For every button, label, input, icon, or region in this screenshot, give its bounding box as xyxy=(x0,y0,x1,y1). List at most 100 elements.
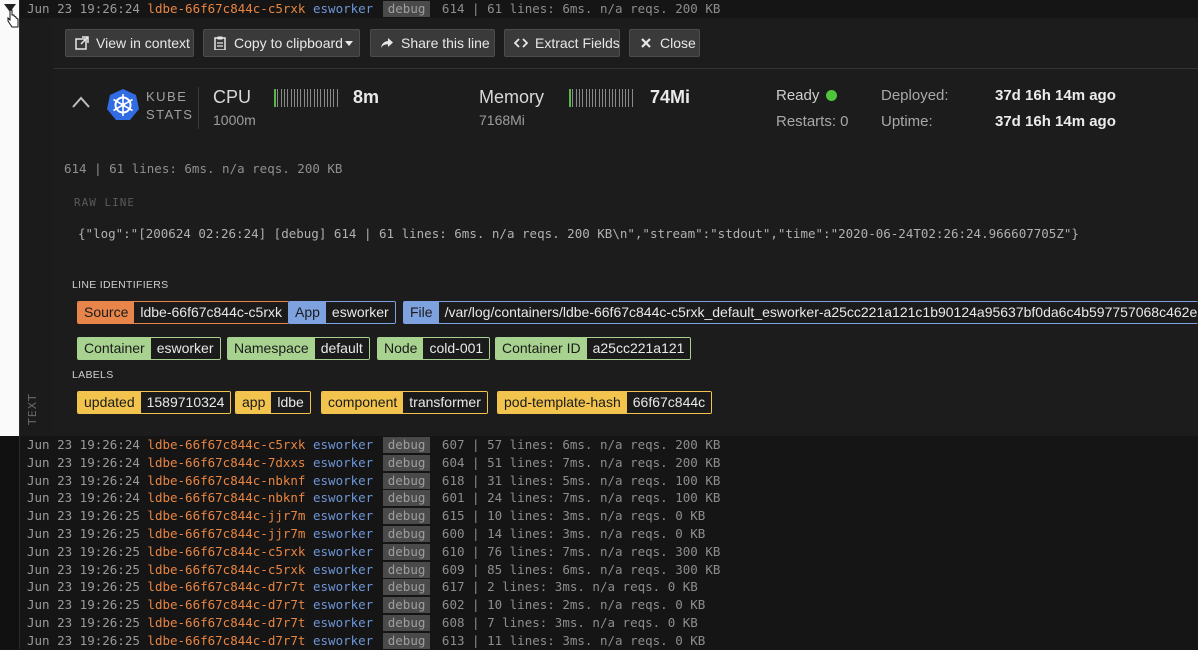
log-line[interactable]: Jun 23 19:26:24 ldbe-66f67c844c-c5rxk es… xyxy=(27,436,720,454)
log-pod[interactable]: ldbe-66f67c844c-nbknf xyxy=(147,490,305,505)
log-line[interactable]: Jun 23 19:26:25 ldbe-66f67c844c-c5rxk es… xyxy=(27,561,720,579)
memory-value: 74Mi xyxy=(650,87,691,107)
meter-tick xyxy=(287,89,289,107)
meter-tick xyxy=(326,89,328,107)
log-app[interactable]: esworker xyxy=(313,1,373,16)
identifier-file-tag[interactable]: File/var/log/containers/ldbe-66f67c844c-… xyxy=(403,301,1198,324)
log-level-badge: debug xyxy=(382,1,431,17)
share-line-button[interactable]: Share this line xyxy=(370,29,495,57)
log-line[interactable]: Jun 23 19:26:25 ldbe-66f67c844c-c5rxk es… xyxy=(27,543,720,561)
log-pod[interactable]: ldbe-66f67c844c-7dxxs xyxy=(147,455,305,470)
log-pod[interactable]: ldbe-66f67c844c-c5rxk xyxy=(147,437,305,452)
identifier-app-tag[interactable]: App esworker xyxy=(288,301,396,324)
log-line[interactable]: Jun 23 19:26:24 ldbe-66f67c844c-7dxxs es… xyxy=(27,454,720,472)
selected-log-line[interactable]: Jun 23 19:26:24 ldbe-66f67c844c-c5rxk es… xyxy=(27,0,720,18)
meter-tick xyxy=(621,89,623,107)
meter-tick xyxy=(313,89,315,107)
close-icon xyxy=(641,38,651,48)
clipboard-icon xyxy=(214,36,226,50)
log-app[interactable]: esworker xyxy=(313,615,373,630)
log-line[interactable]: Jun 23 19:26:25 ldbe-66f67c844c-d7r7t es… xyxy=(27,578,698,596)
log-app[interactable]: esworker xyxy=(313,437,373,452)
log-pod[interactable]: ldbe-66f67c844c-jjr7m xyxy=(147,508,305,523)
meter-tick xyxy=(595,89,597,107)
log-level-badge: debug xyxy=(382,579,431,596)
label-app-tag[interactable]: app ldbe xyxy=(235,391,311,414)
log-timestamp: Jun 23 19:26:24 xyxy=(27,1,140,16)
uptime-label: Uptime: xyxy=(881,113,933,130)
log-level-badge: debug xyxy=(382,615,431,631)
log-level-badge: debug xyxy=(382,454,431,471)
log-app[interactable]: esworker xyxy=(313,526,373,541)
log-line[interactable]: Jun 23 19:26:25 ldbe-66f67c844c-jjr7m es… xyxy=(27,525,705,543)
meter-tick xyxy=(575,89,577,107)
log-message: 617 | 2 lines: 3ms. n/a reqs. 0 KB xyxy=(441,579,698,595)
log-app[interactable]: esworker xyxy=(313,562,373,577)
log-pod[interactable]: ldbe-66f67c844c-c5rxk xyxy=(147,562,305,577)
memory-limit: 7168Mi xyxy=(479,112,525,128)
log-pod[interactable]: ldbe-66f67c844c-jjr7m xyxy=(147,526,305,541)
log-pod[interactable]: ldbe-66f67c844c-d7r7t xyxy=(147,633,305,648)
identifier-node-tag[interactable]: Node cold-001 xyxy=(377,337,491,360)
log-line[interactable]: Jun 23 19:26:25 ldbe-66f67c844c-d7r7t es… xyxy=(27,632,705,650)
selected-line-gutter[interactable] xyxy=(0,0,19,436)
log-app[interactable]: esworker xyxy=(313,597,373,612)
identifier-container-id-tag[interactable]: Container ID a25cc221a121 xyxy=(495,337,692,360)
log-pod[interactable]: ldbe-66f67c844c-c5rxk xyxy=(147,1,305,16)
view-in-context-button[interactable]: View in context xyxy=(65,29,194,57)
meter-tick xyxy=(283,89,285,107)
log-line[interactable]: Jun 23 19:26:24 ldbe-66f67c844c-nbknf es… xyxy=(27,489,720,507)
close-button[interactable]: Close xyxy=(629,29,700,57)
log-pod[interactable]: ldbe-66f67c844c-d7r7t xyxy=(147,615,305,630)
log-message: 602 | 10 lines: 2ms. n/a reqs. 0 KB xyxy=(441,597,706,613)
log-level-badge: debug xyxy=(382,472,431,489)
log-pod[interactable]: ldbe-66f67c844c-d7r7t xyxy=(147,597,305,612)
meter-tick xyxy=(293,89,295,107)
label-component-tag[interactable]: component transformer xyxy=(321,391,488,414)
log-pod[interactable]: ldbe-66f67c844c-d7r7t xyxy=(147,579,305,594)
meter-tick xyxy=(602,89,603,107)
copy-to-clipboard-button[interactable]: Copy to clipboard xyxy=(203,29,360,57)
log-level-badge: debug xyxy=(382,543,431,560)
log-message: 604 | 51 lines: 7ms. n/a reqs. 200 KB xyxy=(441,454,721,470)
log-pod[interactable]: ldbe-66f67c844c-nbknf xyxy=(147,473,305,488)
log-message: 615 | 10 lines: 3ms. n/a reqs. 0 KB xyxy=(441,508,706,524)
log-app[interactable]: esworker xyxy=(313,455,373,470)
identifier-container-tag[interactable]: Container esworker xyxy=(77,337,221,360)
meter-tick xyxy=(274,89,276,107)
meter-tick xyxy=(300,89,302,107)
meter-tick xyxy=(303,89,305,107)
log-line[interactable]: Jun 23 19:26:25 ldbe-66f67c844c-jjr7m es… xyxy=(27,507,705,525)
log-app[interactable]: esworker xyxy=(313,473,373,488)
deployed-value: 37d 16h 14m ago xyxy=(995,87,1116,104)
log-app[interactable]: esworker xyxy=(313,490,373,505)
identifier-source-tag[interactable]: Source ldbe-66f67c844c-c5rxk xyxy=(77,301,289,324)
chevron-up-icon[interactable] xyxy=(72,96,90,108)
cpu-label: CPU xyxy=(213,87,252,107)
deployed-label: Deployed: xyxy=(881,87,949,104)
log-message: 601 | 24 lines: 7ms. n/a reqs. 100 KB xyxy=(441,490,721,506)
external-link-icon xyxy=(75,36,89,50)
log-timestamp: Jun 23 19:26:25 xyxy=(27,632,140,648)
log-level-badge: debug xyxy=(382,561,431,578)
raw-line-title: RAW LINE xyxy=(74,196,135,209)
log-message: 600 | 14 lines: 3ms. n/a reqs. 0 KB xyxy=(441,526,706,541)
extract-fields-button[interactable]: Extract Fields xyxy=(504,29,620,57)
meter-tick xyxy=(611,89,613,107)
log-timestamp: Jun 23 19:26:24 xyxy=(27,454,140,470)
label-pod-template-hash-tag[interactable]: pod-template-hash 66f67c844c xyxy=(497,391,713,414)
log-line[interactable]: Jun 23 19:26:24 ldbe-66f67c844c-nbknf es… xyxy=(27,472,720,490)
log-timestamp: Jun 23 19:26:24 xyxy=(27,437,140,452)
meter-tick xyxy=(625,89,627,107)
log-line[interactable]: Jun 23 19:26:25 ldbe-66f67c844c-d7r7t es… xyxy=(27,614,698,632)
label-updated-tag[interactable]: updated 1589710324 xyxy=(77,391,232,414)
log-line[interactable]: Jun 23 19:26:25 ldbe-66f67c844c-d7r7t es… xyxy=(27,596,705,614)
log-app[interactable]: esworker xyxy=(313,508,373,523)
log-app[interactable]: esworker xyxy=(313,544,373,559)
log-pod[interactable]: ldbe-66f67c844c-c5rxk xyxy=(147,544,305,559)
log-app[interactable]: esworker xyxy=(313,579,373,594)
hand-cursor-icon xyxy=(7,9,19,28)
log-app[interactable]: esworker xyxy=(313,633,373,648)
identifier-namespace-tag[interactable]: Namespace default xyxy=(227,337,370,360)
log-message: 609 | 85 lines: 6ms. n/a reqs. 300 KB xyxy=(441,561,721,577)
